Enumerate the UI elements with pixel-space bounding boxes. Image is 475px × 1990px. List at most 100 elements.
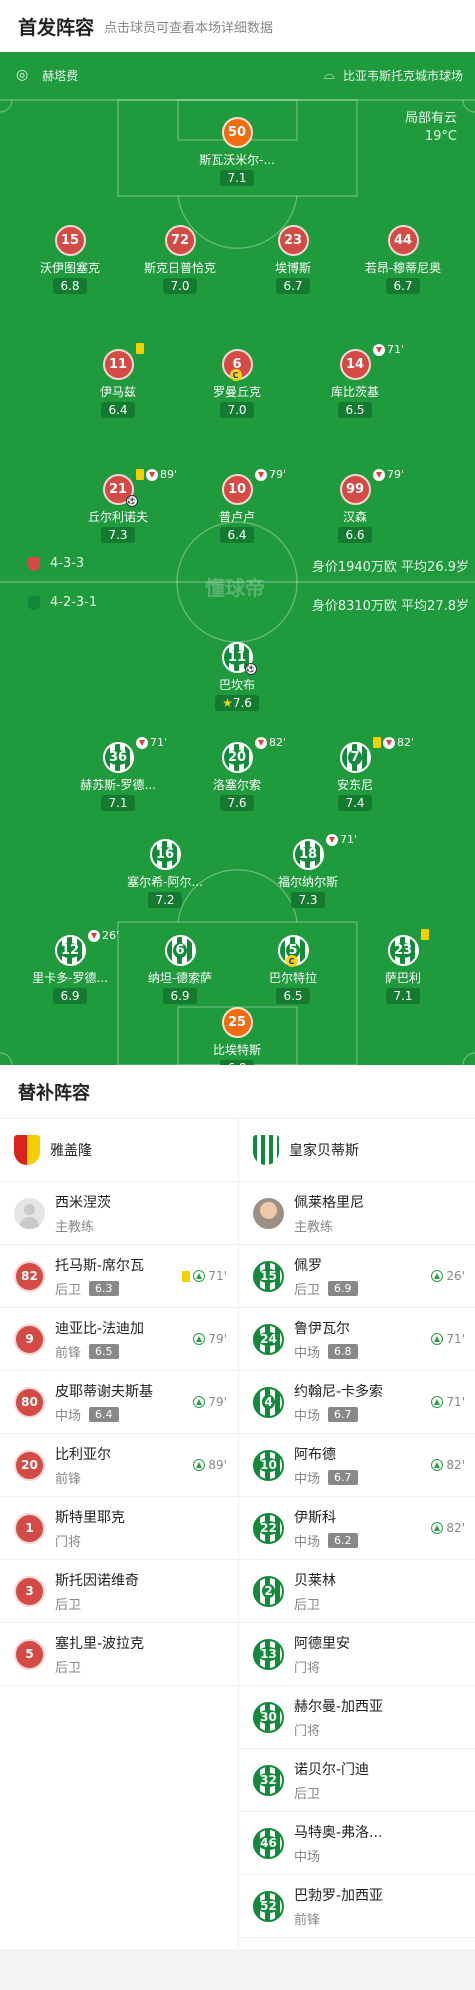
coach-role: 主教练: [55, 1219, 95, 1235]
sub-off-icon: [326, 833, 338, 846]
jersey-icon: 46: [253, 1827, 284, 1859]
jersey-icon: 9: [14, 1323, 45, 1355]
sub-player-row[interactable]: 52 巴勃罗-加西亚 前锋: [239, 1875, 475, 1938]
sub-player-row[interactable]: 3 斯托因诺维奇 后卫: [0, 1560, 237, 1623]
sub-player-info: 约翰尼-卡多索 中场 6.7: [294, 1381, 383, 1424]
jersey-icon: 5: [14, 1638, 45, 1670]
player-name: 里卡多-罗德...: [32, 971, 108, 985]
player-home[interactable]: 23 埃博斯 6.7: [233, 225, 353, 294]
player-away[interactable]: 71' 36 赫苏斯-罗德... 7.1: [58, 736, 178, 811]
sub-player-name: 巴勃罗-加西亚: [294, 1887, 384, 1904]
player-away[interactable]: 25比埃特斯6.8: [177, 1007, 297, 1065]
jersey-icon: 52: [253, 1890, 284, 1922]
player-away[interactable]: 26' 12 里卡多-罗德... 6.9: [10, 929, 130, 1004]
sub-player-row[interactable]: 32 诺贝尔-门迪 后卫: [239, 1749, 475, 1812]
player-away[interactable]: 11 ⚽ 巴坎布 ★7.6: [177, 642, 297, 711]
sub-player-row[interactable]: 46 马特奥-弗洛... 中场: [239, 1812, 475, 1875]
sub-player-row[interactable]: 5 塞扎里-波拉克 后卫: [0, 1623, 237, 1686]
rating-value: 6.8: [60, 279, 80, 293]
subs-title: 替补阵容: [0, 1065, 475, 1119]
player-home[interactable]: 11 伊马兹 6.4: [58, 343, 178, 418]
sub-player-row[interactable]: 13 阿德里安 门将: [239, 1623, 475, 1686]
rating-value: 6.9: [170, 989, 190, 1003]
sub-minute: 89': [160, 468, 178, 481]
coach-row[interactable]: 佩莱格里尼 主教练: [239, 1182, 475, 1245]
jersey-icon: 6C: [221, 349, 253, 381]
rating-value: 7.0: [227, 403, 247, 417]
home-formation: 4-3-3: [28, 556, 84, 571]
sub-player-row[interactable]: 24 鲁伊瓦尔 中场 6.8 71': [239, 1308, 475, 1371]
position-label: 中场: [294, 1345, 321, 1361]
position-label: 门将: [294, 1723, 321, 1739]
yellow-card-icon: [421, 929, 429, 940]
sub-player-rating: 6.4: [89, 1406, 119, 1422]
jersey-number: 99: [345, 482, 365, 497]
rating-value: 6.5: [283, 989, 303, 1003]
weather-temp: 19°C: [424, 129, 457, 144]
jersey-number: 5: [25, 1647, 34, 1661]
player-away[interactable]: 5 C 巴尔特拉 6.5: [233, 935, 353, 1004]
sub-in-time: 82': [431, 1521, 465, 1535]
jersey-number: 72: [170, 233, 190, 248]
coach-row[interactable]: 西米涅茨 主教练: [0, 1182, 237, 1245]
sub-player-name: 塞扎里-波拉克: [55, 1635, 145, 1652]
player-away[interactable]: 82' 20 洛塞尔索 7.6: [177, 736, 297, 811]
jersey-number: 6: [173, 943, 187, 958]
player-rating: 7.1: [220, 170, 254, 186]
jersey-number: 15: [258, 1269, 279, 1283]
player-home[interactable]: 6 C 罗曼丘克 7.0: [177, 349, 297, 418]
weather-desc: 局部有云: [404, 111, 457, 126]
player-away[interactable]: 71' 18 福尔纳尔斯 7.3: [248, 833, 368, 908]
sub-player-row[interactable]: 82 托马斯-席尔瓦 后卫 6.3 71': [0, 1245, 237, 1308]
betis-logo-icon: [253, 1135, 279, 1165]
player-rating: 6.4: [101, 402, 135, 418]
player-home[interactable]: 79' 10 普卢卢 6.4: [177, 468, 297, 543]
player-home[interactable]: 72 斯克日普恰克 7.0: [120, 225, 240, 294]
jersey-icon: 21 ⚽: [102, 474, 138, 507]
team-name-label: 雅盖隆: [50, 1143, 92, 1159]
jersey-icon: 24: [253, 1323, 284, 1355]
player-events: 71': [326, 833, 357, 846]
position-label: 门将: [55, 1534, 82, 1550]
sub-player-row[interactable]: 15 佩罗 后卫 6.9 26': [239, 1245, 475, 1308]
position-label: 门将: [294, 1660, 321, 1676]
player-home[interactable]: 89' 21 ⚽ 丘尔利诺夫 7.3: [58, 468, 178, 543]
sub-off-icon: [88, 929, 100, 942]
sub-player-position: 中场 6.7: [294, 1468, 358, 1487]
position-label: 前锋: [55, 1345, 82, 1361]
position-label: 前锋: [294, 1912, 321, 1928]
player-away[interactable]: 23 萨巴利 7.1: [343, 929, 463, 1004]
sub-player-row[interactable]: 10 阿布德 中场 6.7 82': [239, 1434, 475, 1497]
player-home[interactable]: 15 沃伊图塞克 6.8: [10, 225, 130, 294]
sub-player-row[interactable]: 9 迪亚比-法迪加 前锋 6.5 79': [0, 1308, 237, 1371]
player-away[interactable]: 82' 7 安东尼 7.4: [295, 736, 415, 811]
sub-player-name: 斯特里耶克: [55, 1509, 125, 1526]
sub-player-row[interactable]: 1 斯特里耶克 门将: [0, 1497, 237, 1560]
sub-player-row[interactable]: 80 皮耶蒂谢夫斯基 中场 6.4 79': [0, 1371, 237, 1434]
player-home[interactable]: 79' 99 汉森 6.6: [295, 468, 415, 543]
player-home[interactable]: 50 斯瓦沃米尔-... 7.1: [177, 117, 297, 186]
sub-off-icon: [373, 468, 385, 481]
goal-ball-icon: ⚽: [125, 495, 138, 507]
player-events: [421, 929, 429, 940]
player-away[interactable]: 6 纳坦-德索萨 6.9: [120, 935, 240, 1004]
sub-player-row[interactable]: 4 约翰尼-卡多索 中场 6.7 71': [239, 1371, 475, 1434]
player-name: 洛塞尔索: [212, 778, 261, 792]
sub-player-position: 中场 6.4: [55, 1405, 153, 1424]
sub-minute: 82': [446, 1458, 465, 1472]
sub-minute: 82': [446, 1521, 465, 1535]
sub-player-info: 鲁伊瓦尔 中场 6.8: [294, 1318, 358, 1361]
player-home[interactable]: 44 若昂-穆蒂尼奥 6.7: [343, 225, 463, 294]
sub-player-row[interactable]: 30 赫尔曼-加西亚 门将: [239, 1686, 475, 1749]
sub-player-position: 门将: [294, 1657, 350, 1676]
jersey-icon: 2: [253, 1575, 284, 1607]
sub-player-row[interactable]: 22 伊斯科 中场 6.2 82': [239, 1497, 475, 1560]
jersey-icon: 15: [54, 225, 86, 256]
sub-player-name: 阿德里安: [294, 1635, 350, 1652]
sub-player-row[interactable]: 20 比利亚尔 前锋 89': [0, 1434, 237, 1497]
jersey-icon: 16: [149, 839, 181, 870]
sub-player-row[interactable]: 2 贝莱林 后卫: [239, 1560, 475, 1623]
player-home[interactable]: 71' 14 库比茨基 6.5: [295, 343, 415, 418]
away-formation: 4-2-3-1: [28, 595, 97, 610]
player-away[interactable]: 16 塞尔希-阿尔... 7.2: [105, 839, 225, 908]
